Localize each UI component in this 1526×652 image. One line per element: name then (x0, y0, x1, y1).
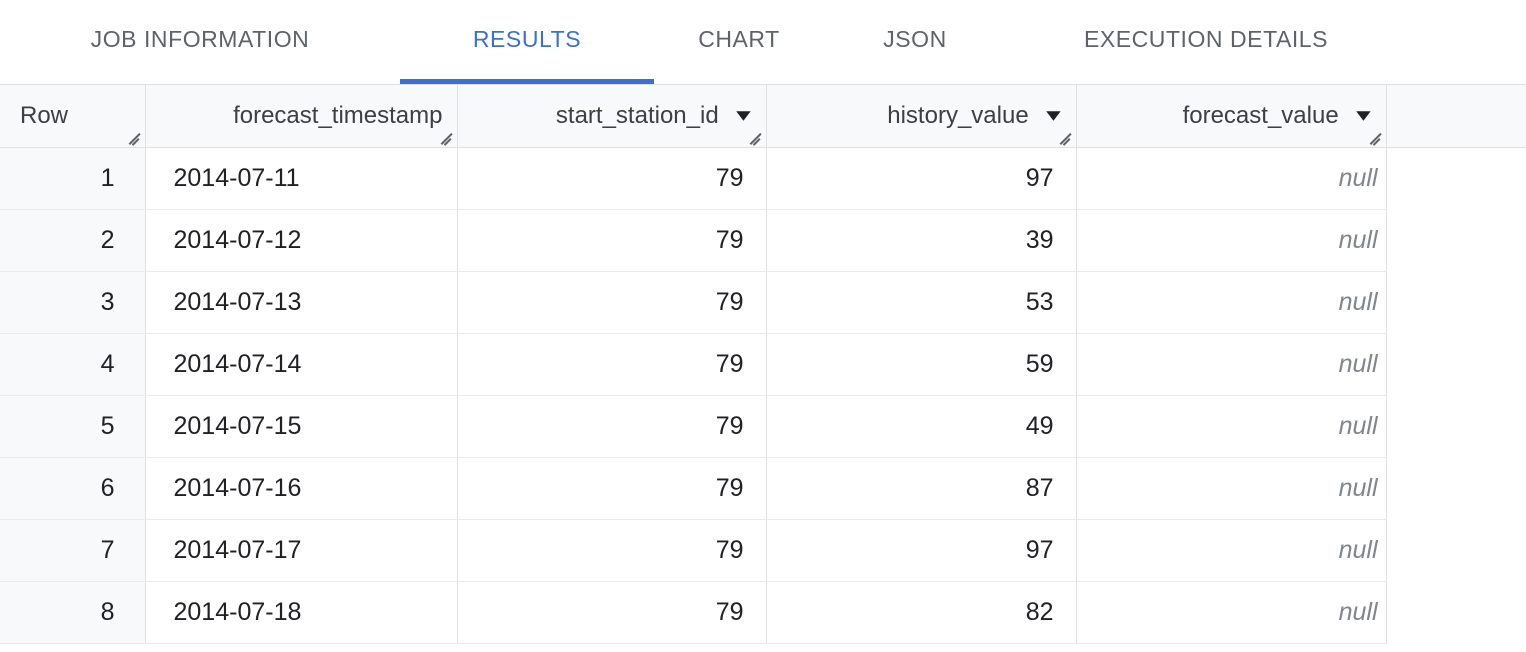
table-cell-row-number: 6 (0, 457, 145, 519)
table-cell-forecast-value: null (1076, 395, 1386, 457)
chevron-down-icon[interactable]: ▼ (731, 108, 755, 124)
table-row[interactable]: 72014-07-177997null (0, 519, 1526, 581)
table-cell-history-value: 97 (766, 147, 1076, 209)
table-cell-start-station-id: 79 (457, 333, 766, 395)
column-header-start-station-id-label: start_station_id (556, 102, 719, 130)
table-cell-forecast-value: null (1076, 271, 1386, 333)
table-body: 12014-07-117997null22014-07-127939null32… (0, 147, 1526, 643)
table-cell-start-station-id: 79 (457, 519, 766, 581)
table-cell-forecast-value: null (1076, 581, 1386, 643)
tab-json-label: JSON (883, 26, 947, 53)
table-cell-forecast-value: null (1076, 147, 1386, 209)
column-header-forecast-value-label: forecast_value (1183, 102, 1339, 130)
table-cell-filler (1386, 147, 1526, 209)
table-cell-start-station-id: 79 (457, 395, 766, 457)
table-row[interactable]: 22014-07-127939null (0, 209, 1526, 271)
table-cell-history-value: 97 (766, 519, 1076, 581)
table-cell-forecast-timestamp: 2014-07-12 (145, 209, 457, 271)
table-cell-forecast-timestamp: 2014-07-15 (145, 395, 457, 457)
table-row[interactable]: 42014-07-147959null (0, 333, 1526, 395)
table-cell-start-station-id: 79 (457, 147, 766, 209)
tab-execution-details-label: EXECUTION DETAILS (1084, 26, 1328, 53)
tab-job-information-label: JOB INFORMATION (91, 26, 310, 53)
table-header: Row forecast_timestamp start_station_id … (0, 85, 1526, 147)
table-cell-row-number: 8 (0, 581, 145, 643)
table-cell-row-number: 5 (0, 395, 145, 457)
table-cell-row-number: 3 (0, 271, 145, 333)
table-header-row: Row forecast_timestamp start_station_id … (0, 85, 1526, 147)
table-cell-row-number: 4 (0, 333, 145, 395)
table-cell-filler (1386, 395, 1526, 457)
table-cell-history-value: 82 (766, 581, 1076, 643)
column-resize-handle-forecast-value[interactable] (1367, 129, 1383, 145)
column-header-row-label: Row (20, 102, 68, 130)
column-resize-handle-forecast-timestamp[interactable] (438, 129, 454, 145)
tab-chart[interactable]: CHART (654, 0, 824, 84)
chevron-down-icon[interactable]: ▼ (1041, 108, 1065, 124)
table-row[interactable]: 12014-07-117997null (0, 147, 1526, 209)
table-cell-start-station-id: 79 (457, 457, 766, 519)
column-header-row[interactable]: Row (0, 85, 145, 147)
tab-json[interactable]: JSON (824, 0, 1006, 84)
table-cell-forecast-value: null (1076, 457, 1386, 519)
table-cell-forecast-value: null (1076, 209, 1386, 271)
table-cell-row-number: 2 (0, 209, 145, 271)
column-header-start-station-id[interactable]: start_station_id ▼ (457, 85, 766, 147)
table-row[interactable]: 82014-07-187982null (0, 581, 1526, 643)
table-row[interactable]: 52014-07-157949null (0, 395, 1526, 457)
results-table: Row forecast_timestamp start_station_id … (0, 85, 1526, 644)
table-cell-start-station-id: 79 (457, 581, 766, 643)
table-cell-forecast-timestamp: 2014-07-13 (145, 271, 457, 333)
chevron-down-icon[interactable]: ▼ (1351, 108, 1375, 124)
table-cell-forecast-timestamp: 2014-07-18 (145, 581, 457, 643)
column-resize-handle-history-value[interactable] (1057, 129, 1073, 145)
table-cell-history-value: 59 (766, 333, 1076, 395)
column-header-filler (1386, 85, 1526, 147)
results-table-container: Row forecast_timestamp start_station_id … (0, 84, 1526, 652)
table-cell-row-number: 1 (0, 147, 145, 209)
table-cell-history-value: 53 (766, 271, 1076, 333)
table-cell-filler (1386, 581, 1526, 643)
table-cell-filler (1386, 333, 1526, 395)
table-cell-history-value: 39 (766, 209, 1076, 271)
column-header-forecast-timestamp-label: forecast_timestamp (233, 102, 442, 130)
tab-results-label: RESULTS (473, 26, 581, 53)
column-header-forecast-value[interactable]: forecast_value ▼ (1076, 85, 1386, 147)
table-cell-filler (1386, 209, 1526, 271)
column-resize-handle-row[interactable] (126, 129, 142, 145)
tab-results[interactable]: RESULTS (400, 0, 654, 84)
results-tab-bar: JOB INFORMATION RESULTS CHART JSON EXECU… (0, 0, 1526, 84)
table-cell-forecast-value: null (1076, 519, 1386, 581)
tab-execution-details[interactable]: EXECUTION DETAILS (1006, 0, 1406, 84)
column-header-history-value-label: history_value (887, 102, 1028, 130)
table-cell-forecast-timestamp: 2014-07-11 (145, 147, 457, 209)
table-cell-filler (1386, 271, 1526, 333)
column-resize-handle-start-station-id[interactable] (747, 129, 763, 145)
table-row[interactable]: 62014-07-167987null (0, 457, 1526, 519)
table-cell-start-station-id: 79 (457, 209, 766, 271)
table-cell-forecast-timestamp: 2014-07-17 (145, 519, 457, 581)
table-cell-history-value: 49 (766, 395, 1076, 457)
table-cell-row-number: 7 (0, 519, 145, 581)
table-cell-history-value: 87 (766, 457, 1076, 519)
table-cell-forecast-timestamp: 2014-07-14 (145, 333, 457, 395)
table-cell-forecast-timestamp: 2014-07-16 (145, 457, 457, 519)
table-cell-forecast-value: null (1076, 333, 1386, 395)
tab-chart-label: CHART (698, 26, 780, 53)
tab-job-information[interactable]: JOB INFORMATION (0, 0, 400, 84)
column-header-forecast-timestamp[interactable]: forecast_timestamp (145, 85, 457, 147)
table-cell-filler (1386, 457, 1526, 519)
column-header-history-value[interactable]: history_value ▼ (766, 85, 1076, 147)
table-cell-filler (1386, 519, 1526, 581)
table-cell-start-station-id: 79 (457, 271, 766, 333)
table-row[interactable]: 32014-07-137953null (0, 271, 1526, 333)
